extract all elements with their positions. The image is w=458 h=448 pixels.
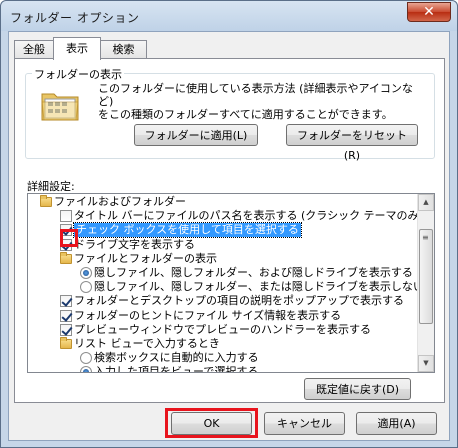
tree-row[interactable]: 隠しファイル、隠しフォルダー、および隠しドライブを表示する xyxy=(28,266,418,280)
folder-view-description: このフォルダーに使用している表示方法 (詳細表示やアイコンなど) をこの種類のフ… xyxy=(98,82,413,121)
tab-view[interactable]: 表示 xyxy=(53,37,101,60)
folder-options-window: フォルダー オプション ✕ 全般 表示 検索 フォルダーの表示 このフォルダーに… xyxy=(0,0,458,448)
tree-row-label: フォルダーとデスクトップの項目の説明をポップアップで表示する xyxy=(74,294,404,308)
tree-row[interactable]: タイトル バーにファイルのパス名を表示する (クラシック テーマのみ) xyxy=(28,209,423,223)
scroll-grip-icon: ≡ xyxy=(422,233,429,242)
tree-row[interactable]: プレビューウィンドウでプレビューのハンドラーを表示する xyxy=(28,323,418,337)
advanced-settings-label: 詳細設定: xyxy=(27,180,75,193)
setting-radio[interactable] xyxy=(80,281,92,294)
tree-row-label: 隠しファイル、隠しフォルダー、または隠しドライブを表示しない xyxy=(94,280,424,294)
tree-row-label: タイトル バーにファイルのパス名を表示する (クラシック テーマのみ) xyxy=(74,209,423,223)
advanced-settings-tree[interactable]: ファイルおよびフォルダー タイトル バーにファイルのパス名を表示する (クラシック… xyxy=(27,193,435,373)
tree-row[interactable]: 隠しファイル、隠しフォルダー、または隠しドライブを表示しない xyxy=(28,280,424,294)
setting-checkbox[interactable] xyxy=(60,238,72,251)
tree-row[interactable]: 入力した項目をビューで選択する xyxy=(28,365,418,373)
tree-row[interactable]: フォルダーとデスクトップの項目の説明をポップアップで表示する xyxy=(28,294,418,308)
vertical-scrollbar[interactable]: ▲ ≡ ▼ xyxy=(417,194,434,372)
scroll-up-icon: ▲ xyxy=(423,198,429,206)
tree-row-label: ドライブ文字を表示する xyxy=(74,237,195,251)
tree-row-label: 入力した項目をビューで選択する xyxy=(94,365,259,373)
view-tab-panel: フォルダーの表示 このフォルダーに使用している表示方法 (詳細表示やアイコンなど… xyxy=(14,58,445,403)
setting-checkbox[interactable] xyxy=(60,309,72,322)
setting-checkbox[interactable] xyxy=(60,224,72,237)
restore-defaults-button[interactable]: 既定値に戻す(D) xyxy=(304,378,411,400)
tab-general[interactable]: 全般 xyxy=(14,40,54,59)
window-title: フォルダー オプション xyxy=(10,11,140,25)
tab-search[interactable]: 検索 xyxy=(100,40,147,59)
scroll-down-icon: ▼ xyxy=(423,359,429,367)
setting-checkbox[interactable] xyxy=(60,323,72,336)
close-icon: ✕ xyxy=(423,4,435,20)
folder-view-group: フォルダーの表示 このフォルダーに使用している表示方法 (詳細表示やアイコンなど… xyxy=(25,66,435,162)
scroll-up-button[interactable]: ▲ xyxy=(418,194,434,211)
tree-row[interactable]: リスト ビューで入力するとき xyxy=(28,336,418,351)
folder-view-group-label: フォルダーの表示 xyxy=(32,66,124,82)
setting-radio[interactable] xyxy=(80,366,92,372)
apply-button[interactable]: 適用(A) xyxy=(356,412,437,435)
apply-to-folders-button[interactable]: フォルダーに適用(L) xyxy=(134,124,258,146)
tree-row-label: プレビューウィンドウでプレビューのハンドラーを表示する xyxy=(74,322,371,336)
scroll-down-button[interactable]: ▼ xyxy=(418,355,434,372)
title-bar[interactable]: フォルダー オプション ✕ xyxy=(1,1,457,31)
tree-row-label: チェック ボックスを使用して項目を選択する xyxy=(73,222,302,239)
setting-radio[interactable] xyxy=(80,352,92,365)
tree-row-label: フォルダーのヒントにファイル サイズ情報を表示する xyxy=(74,308,342,322)
tree-row[interactable]: フォルダーのヒントにファイル サイズ情報を表示する xyxy=(28,309,418,323)
tree-row-label: ファイルとフォルダーの表示 xyxy=(74,251,217,265)
tree-row-label: 検索ボックスに自動的に入力する xyxy=(94,351,259,365)
advanced-settings-list: ファイルおよびフォルダー タイトル バーにファイルのパス名を表示する (クラシック… xyxy=(28,195,424,373)
cancel-button[interactable]: キャンセル xyxy=(264,412,345,435)
ok-button[interactable]: OK xyxy=(171,412,252,435)
setting-checkbox[interactable] xyxy=(60,295,72,308)
folder-icon xyxy=(60,336,72,349)
tree-row[interactable]: ドライブ文字を表示する xyxy=(28,238,418,252)
tree-row-label: リスト ビューで入力するとき xyxy=(74,336,220,350)
folder-icon xyxy=(40,195,52,207)
setting-radio[interactable] xyxy=(80,266,92,279)
folder-view-icon xyxy=(41,93,79,121)
tree-row[interactable]: 検索ボックスに自動的に入力する xyxy=(28,351,418,365)
tree-row[interactable]: チェック ボックスを使用して項目を選択する xyxy=(28,222,418,239)
scroll-thumb[interactable] xyxy=(419,229,433,324)
close-button[interactable]: ✕ xyxy=(407,2,451,22)
reset-folders-button[interactable]: フォルダーをリセット(R) xyxy=(286,124,418,162)
tree-row[interactable]: ファイルとフォルダーの表示 xyxy=(28,251,418,266)
dialog-client-area: 全般 表示 検索 フォルダーの表示 このフォルダーに使用している表示方法 (詳細… xyxy=(8,31,450,441)
tree-row-label: 隠しファイル、隠しフォルダー、および隠しドライブを表示する xyxy=(94,265,413,279)
setting-checkbox[interactable] xyxy=(60,210,72,223)
tree-row-label: ファイルおよびフォルダー xyxy=(54,195,186,208)
tree-row[interactable]: ファイルおよびフォルダー xyxy=(28,195,418,209)
folder-icon xyxy=(60,251,72,264)
